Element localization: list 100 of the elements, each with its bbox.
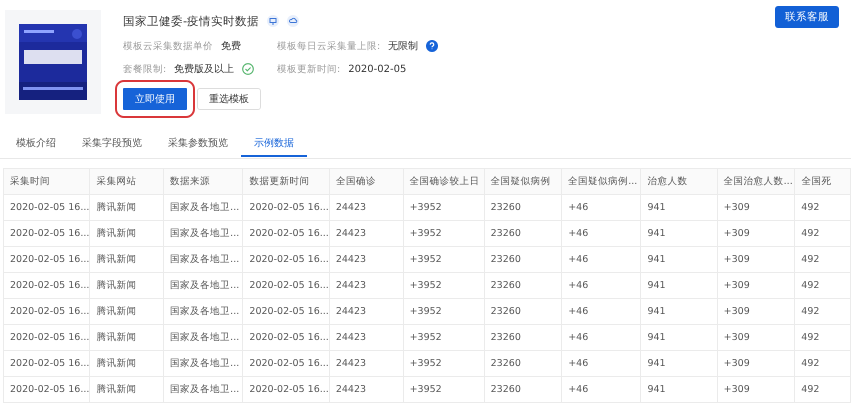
table-cell: +309 — [717, 324, 795, 350]
tab[interactable]: 模板介绍 — [3, 130, 69, 157]
table-cell: 国家及各地卫... — [164, 194, 243, 220]
table-cell: +46 — [562, 194, 641, 220]
table-cell: +309 — [717, 220, 795, 246]
table-cell: 24423 — [329, 194, 404, 220]
table-cell: 2020-02-05 16... — [4, 350, 90, 376]
table-cell: 2020-02-05 16... — [242, 220, 330, 246]
monitor-icon[interactable] — [267, 15, 280, 27]
table-cell: 腾讯新闻 — [90, 194, 164, 220]
table-cell: 941 — [640, 220, 718, 246]
table-cell: +309 — [717, 350, 795, 376]
table-cell: 492 — [794, 376, 850, 402]
table-cell: 941 — [640, 350, 718, 376]
table-cell: +46 — [562, 376, 641, 402]
table-cell: +3952 — [403, 376, 484, 402]
template-title: 国家卫健委-疫情实时数据 — [123, 14, 260, 28]
table-cell: 腾讯新闻 — [90, 376, 164, 402]
table-cell: 腾讯新闻 — [90, 350, 164, 376]
column-header: 数据更新时间 — [242, 168, 330, 194]
table-cell: 2020-02-05 16... — [4, 376, 90, 402]
table-cell: 腾讯新闻 — [90, 246, 164, 272]
column-header: 采集时间 — [4, 168, 90, 194]
tab[interactable]: 采集字段预览 — [69, 130, 155, 157]
table-cell: 492 — [794, 350, 850, 376]
table-cell: 国家及各地卫... — [164, 350, 243, 376]
table-cell: +309 — [717, 376, 795, 402]
table-cell: 941 — [640, 194, 718, 220]
contact-button[interactable]: 联系客服 — [775, 6, 839, 28]
info-value: 免费版及以上 — [174, 62, 234, 76]
info-value: 免费 — [221, 40, 241, 53]
info-label: 套餐限制: — [123, 62, 166, 76]
table-cell: +46 — [562, 246, 641, 272]
table-cell: 941 — [640, 324, 718, 350]
table-cell: 23260 — [484, 376, 562, 402]
table-cell: 国家及各地卫... — [164, 272, 243, 298]
table-cell: 腾讯新闻 — [90, 298, 164, 324]
column-header: 全国疑似病例 — [484, 168, 562, 194]
table-cell: 492 — [794, 298, 850, 324]
info-label: 模板更新时间: — [277, 62, 340, 76]
table-cell: 492 — [794, 246, 850, 272]
reselect-button[interactable]: 重选模板 — [197, 88, 261, 110]
table-cell: 24423 — [329, 324, 404, 350]
column-header: 数据来源 — [164, 168, 243, 194]
table-cell: 国家及各地卫... — [164, 324, 243, 350]
table-cell: 国家及各地卫... — [164, 298, 243, 324]
column-header: 治愈人数 — [640, 168, 718, 194]
table-cell: 2020-02-05 16... — [242, 324, 330, 350]
info-label: 模板每日云采集量上限: — [277, 40, 380, 52]
table-cell: 492 — [794, 324, 850, 350]
table-cell: 23260 — [484, 272, 562, 298]
column-header: 全国疑似病例... — [562, 168, 641, 194]
table-cell: +46 — [562, 272, 641, 298]
info-label: 模板云采集数据单价 — [123, 40, 213, 52]
tab[interactable]: 示例数据 — [241, 130, 307, 157]
table-cell: 23260 — [484, 246, 562, 272]
table-cell: 941 — [640, 298, 718, 324]
table-cell: 2020-02-05 16... — [4, 220, 90, 246]
table-cell: 24423 — [329, 376, 404, 402]
table-cell: +3952 — [403, 298, 484, 324]
table-cell: 2020-02-05 16... — [4, 194, 90, 220]
table-cell: +3952 — [403, 194, 484, 220]
table-cell: 23260 — [484, 194, 562, 220]
info-value: 2020-02-05 — [348, 64, 406, 74]
table-cell: 2020-02-05 16... — [242, 246, 330, 272]
table-cell: 2020-02-05 16... — [4, 324, 90, 350]
table-cell: 国家及各地卫... — [164, 246, 243, 272]
table-cell: 2020-02-05 16... — [4, 246, 90, 272]
table-cell: 2020-02-05 16... — [4, 272, 90, 298]
table-cell: 国家及各地卫... — [164, 376, 243, 402]
table-cell: 2020-02-05 16... — [242, 350, 330, 376]
help-icon[interactable] — [426, 40, 438, 52]
cloud-icon[interactable] — [287, 15, 300, 27]
table-cell: 腾讯新闻 — [90, 272, 164, 298]
table-cell: 24423 — [329, 298, 404, 324]
table-cell: 941 — [640, 376, 718, 402]
table-cell: +309 — [717, 272, 795, 298]
table-cell: 腾讯新闻 — [90, 324, 164, 350]
column-header: 全国确诊较上日 — [403, 168, 484, 194]
table-cell: +3952 — [403, 350, 484, 376]
table-cell: +309 — [717, 246, 795, 272]
table-cell: 2020-02-05 16... — [242, 272, 330, 298]
table-cell: 492 — [794, 194, 850, 220]
table-cell: 2020-02-05 16... — [242, 194, 330, 220]
table-cell: 2020-02-05 16... — [4, 298, 90, 324]
table-cell: 23260 — [484, 324, 562, 350]
table-cell: +46 — [562, 324, 641, 350]
table-cell: 23260 — [484, 350, 562, 376]
table-cell: +3952 — [403, 324, 484, 350]
table-cell: 941 — [640, 272, 718, 298]
tab[interactable]: 采集参数预览 — [155, 130, 241, 157]
column-header: 采集网站 — [90, 168, 164, 194]
column-header: 全国治愈人数... — [717, 168, 795, 194]
table-cell: 941 — [640, 246, 718, 272]
table-cell: 24423 — [329, 350, 404, 376]
table-cell: +3952 — [403, 246, 484, 272]
table-cell: 24423 — [329, 220, 404, 246]
table-cell: 23260 — [484, 220, 562, 246]
table-cell: +46 — [562, 220, 641, 246]
table-cell: 2020-02-05 16... — [242, 376, 330, 402]
